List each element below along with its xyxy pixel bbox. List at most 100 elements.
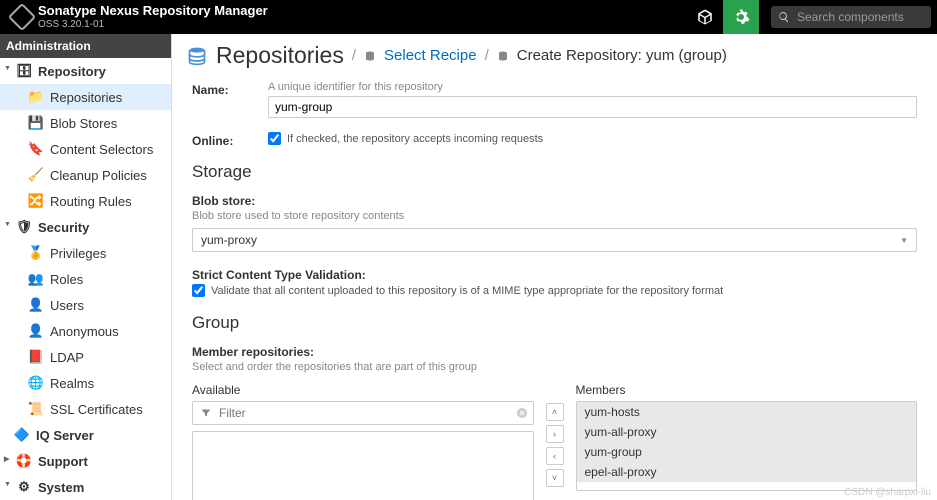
filter-input[interactable]: [192, 401, 534, 425]
sidebar-label: Users: [50, 298, 84, 313]
gear-icon: [732, 8, 750, 26]
breadcrumb: Repositories / Select Recipe / Create Re…: [172, 34, 937, 77]
cube-icon: [696, 8, 714, 26]
sidebar-item-ssl-certificates[interactable]: 📜 SSL Certificates: [0, 396, 171, 422]
broom-icon: 🧹: [28, 167, 44, 183]
sidebar-item-realms[interactable]: 🌐 Realms: [0, 370, 171, 396]
sidebar-label: IQ Server: [36, 428, 94, 443]
sidebar-item-content-selectors[interactable]: 🔖 Content Selectors: [0, 136, 171, 162]
available-title: Available: [192, 383, 534, 397]
sidebar-item-repositories[interactable]: 📁 Repositories: [0, 84, 171, 110]
strict-checkbox[interactable]: [192, 284, 205, 297]
database-small-icon: [497, 50, 509, 62]
repo-form: Name: A unique identifier for this repos…: [172, 77, 937, 500]
list-item[interactable]: yum-all-proxy: [577, 422, 917, 442]
move-up-button[interactable]: ˄: [546, 403, 564, 421]
search-input[interactable]: [771, 6, 931, 28]
sidebar-item-anonymous[interactable]: 👤 Anonymous: [0, 318, 171, 344]
field-member-repositories: Member repositories: Select and order th…: [192, 345, 917, 500]
brand-block: Sonatype Nexus Repository Manager OSS 3.…: [38, 4, 268, 29]
chevron-down-icon: [2, 65, 14, 77]
hdd-icon: 💾: [28, 115, 44, 131]
name-label: Name:: [192, 81, 268, 97]
sidebar-group-iq-server[interactable]: 🔷 IQ Server: [0, 422, 171, 448]
list-item[interactable]: yum-hosts: [577, 402, 917, 422]
sidebar-item-cleanup-policies[interactable]: 🧹 Cleanup Policies: [0, 162, 171, 188]
sidebar-label: Support: [38, 454, 88, 469]
sidebar-label: Realms: [50, 376, 94, 391]
sidebar-item-roles[interactable]: 👥 Roles: [0, 266, 171, 292]
browse-mode-button[interactable]: [687, 0, 723, 34]
sidebar-label: LDAP: [50, 350, 84, 365]
search-box: [771, 6, 931, 28]
sidebar-label: Blob Stores: [50, 116, 117, 131]
storage-heading: Storage: [192, 162, 917, 182]
move-left-button[interactable]: ‹: [546, 447, 564, 465]
user-role-icon: 👥: [28, 271, 44, 287]
clear-icon[interactable]: [516, 407, 528, 419]
strict-desc: Validate that all content uploaded to th…: [211, 285, 723, 297]
member-label: Member repositories:: [192, 345, 917, 359]
folder-icon: 📁: [28, 89, 44, 105]
list-item[interactable]: yum-group: [577, 442, 917, 462]
move-down-button[interactable]: ˅: [546, 469, 564, 487]
nexus-logo: [8, 3, 36, 31]
main-container: Administration 🗄 Repository 📁 Repositori…: [0, 34, 937, 500]
move-right-button[interactable]: ›: [546, 425, 564, 443]
cert-icon: 📜: [28, 401, 44, 417]
available-list[interactable]: [192, 431, 534, 500]
filter-icon: [200, 407, 212, 419]
group-heading: Group: [192, 313, 917, 333]
members-column: Members yum-hostsyum-all-proxyyum-groupe…: [576, 383, 918, 500]
field-online: Online: If checked, the repository accep…: [192, 132, 917, 148]
crumb-current: Create Repository: yum (group): [517, 47, 727, 64]
database-small-icon: [364, 50, 376, 62]
sidebar-group-support[interactable]: 🛟 Support: [0, 448, 171, 474]
sidebar-item-privileges[interactable]: 🏅 Privileges: [0, 240, 171, 266]
available-column: Available: [192, 383, 534, 500]
sidebar-title: Administration: [0, 34, 171, 58]
crumb-recipe[interactable]: Select Recipe: [384, 47, 477, 64]
admin-mode-button[interactable]: [723, 0, 759, 34]
filter-box: [192, 401, 534, 425]
online-checkbox[interactable]: [268, 132, 281, 145]
brand-title: Sonatype Nexus Repository Manager: [38, 4, 268, 18]
crumb-root[interactable]: Repositories: [216, 42, 344, 69]
support-icon: 🛟: [16, 453, 32, 469]
list-item[interactable]: epel-all-proxy: [577, 462, 917, 482]
sidebar-label: SSL Certificates: [50, 402, 143, 417]
server-icon: 🗄: [16, 63, 32, 79]
sidebar-label: System: [38, 480, 84, 495]
strict-label: Strict Content Type Validation:: [192, 268, 917, 282]
blob-label: Blob store:: [192, 194, 917, 208]
sidebar-group-security[interactable]: 🛡 Security: [0, 214, 171, 240]
transfer-widget: Available ˄ › ‹ ˅: [192, 383, 917, 500]
brand-version: OSS 3.20.1-01: [38, 19, 268, 30]
blob-select[interactable]: yum-proxy: [192, 228, 917, 252]
sidebar-group-repository[interactable]: 🗄 Repository: [0, 58, 171, 84]
sidebar-label: Anonymous: [50, 324, 119, 339]
transfer-controls: ˄ › ‹ ˅: [546, 383, 564, 500]
members-list[interactable]: yum-hostsyum-all-proxyyum-groupepel-all-…: [576, 401, 918, 491]
chevron-down-icon: [2, 481, 14, 493]
sidebar-label: Repository: [38, 64, 106, 79]
badge-icon: 🏅: [28, 245, 44, 261]
sidebar-label: Security: [38, 220, 89, 235]
tag-icon: 🔖: [28, 141, 44, 157]
sidebar-item-users[interactable]: 👤 Users: [0, 292, 171, 318]
chevron-right-icon: [2, 455, 14, 467]
blob-value: yum-proxy: [201, 233, 257, 247]
online-desc: If checked, the repository accepts incom…: [287, 133, 543, 145]
main-panel: Repositories / Select Recipe / Create Re…: [172, 34, 937, 500]
member-desc: Select and order the repositories that a…: [192, 361, 917, 373]
sidebar-label: Privileges: [50, 246, 106, 261]
watermark: CSDN @sharpxi-liu: [844, 487, 931, 498]
sidebar-item-ldap[interactable]: 📕 LDAP: [0, 344, 171, 370]
sidebar-item-blob-stores[interactable]: 💾 Blob Stores: [0, 110, 171, 136]
name-desc: A unique identifier for this repository: [268, 81, 917, 93]
online-label: Online:: [192, 132, 268, 148]
sidebar-item-routing-rules[interactable]: 🔀 Routing Rules: [0, 188, 171, 214]
members-title: Members: [576, 383, 918, 397]
name-input[interactable]: [268, 96, 917, 118]
sidebar-group-system[interactable]: ⚙ System: [0, 474, 171, 500]
